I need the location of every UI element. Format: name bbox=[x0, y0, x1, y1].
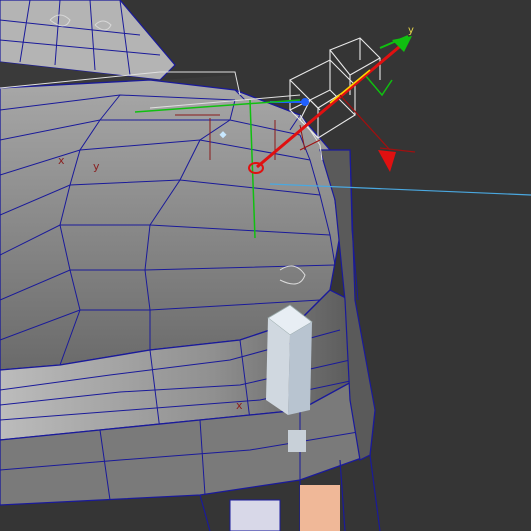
gizmo-y-label: y bbox=[408, 25, 414, 36]
pivot-label-y: y bbox=[93, 160, 100, 173]
skin-patch bbox=[300, 485, 340, 531]
pivot-label-x-lower: x bbox=[236, 399, 243, 412]
3d-viewport[interactable]: x y x y bbox=[0, 0, 531, 531]
pivot-label-x: x bbox=[58, 154, 65, 167]
gizmo-z-handle[interactable] bbox=[301, 98, 309, 106]
viewport-scene: x y x y bbox=[0, 0, 531, 531]
